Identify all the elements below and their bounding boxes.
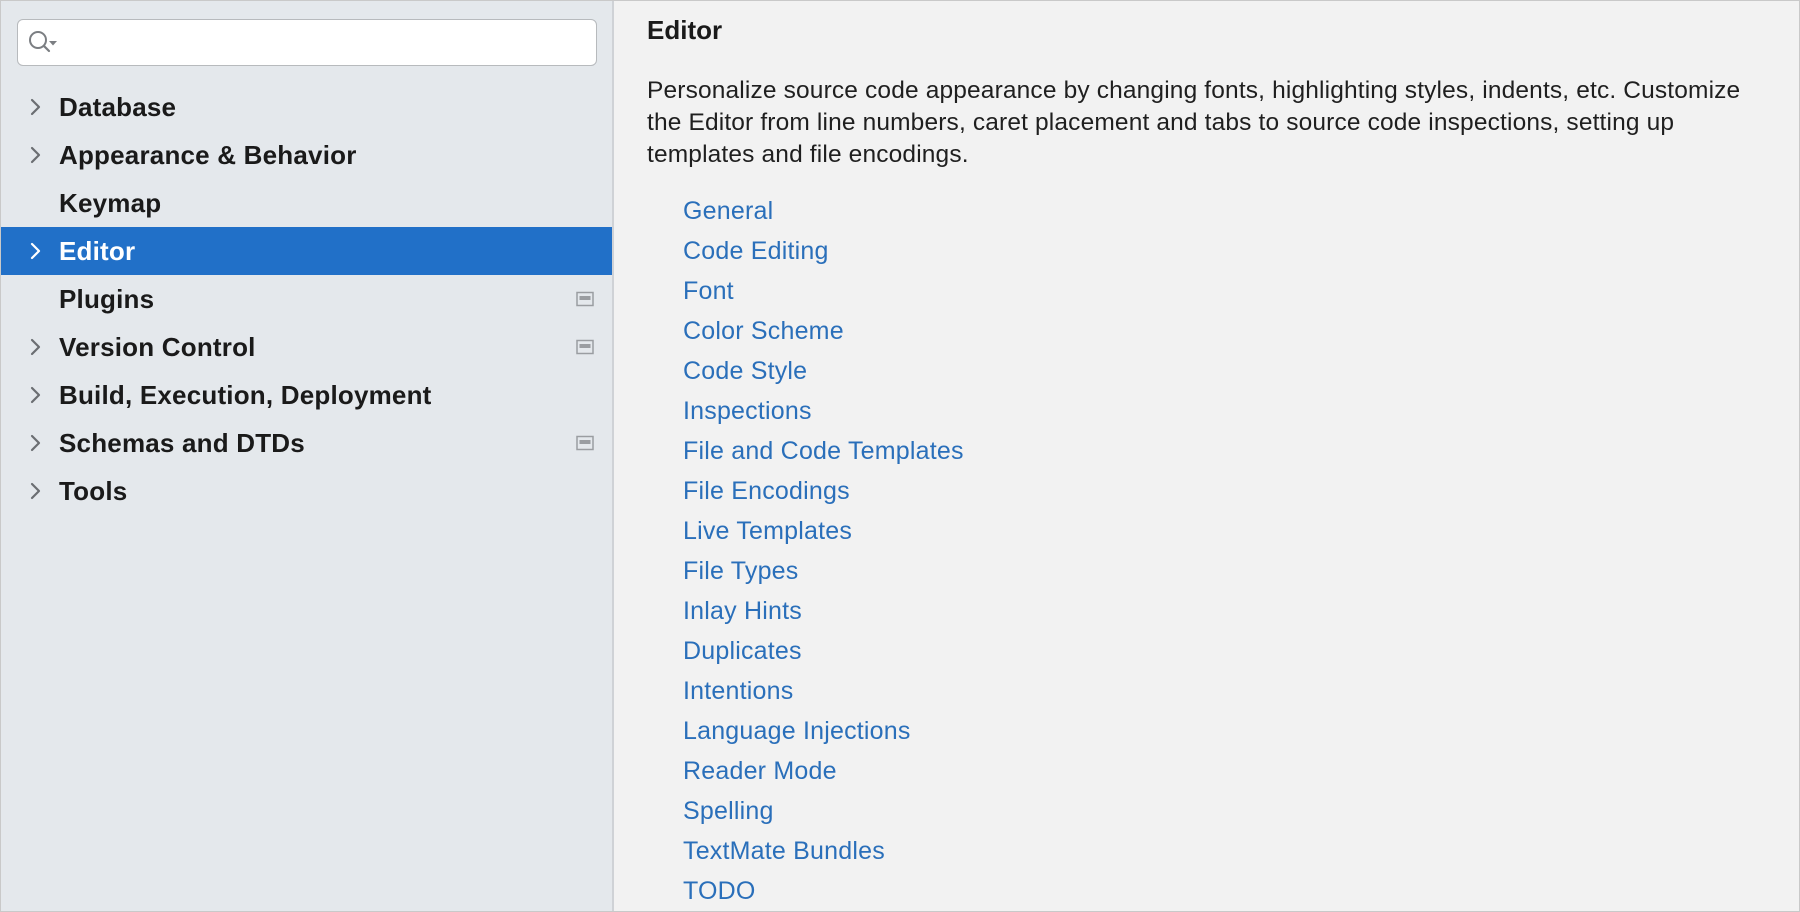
link-code-style[interactable]: Code Style	[683, 357, 807, 385]
settings-tree: Database Appearance & Behavior Keymap Edito…	[1, 83, 612, 515]
list-item: Code Style	[683, 351, 964, 391]
list-item: File Encodings	[683, 471, 964, 511]
chevron-right-icon[interactable]	[27, 434, 45, 452]
list-item: TODO	[683, 871, 964, 911]
search-input[interactable]	[68, 20, 596, 65]
page-title: Editor	[647, 15, 722, 46]
list-item: Language Injections	[683, 711, 964, 751]
link-inlay-hints[interactable]: Inlay Hints	[683, 597, 802, 625]
link-file-encodings[interactable]: File Encodings	[683, 477, 850, 505]
link-font[interactable]: Font	[683, 277, 734, 305]
project-scope-icon	[576, 435, 594, 451]
link-duplicates[interactable]: Duplicates	[683, 637, 802, 665]
sidebar-item-label: Keymap	[59, 188, 161, 219]
chevron-right-icon[interactable]	[27, 98, 45, 116]
link-color-scheme[interactable]: Color Scheme	[683, 317, 844, 345]
sidebar-item-keymap[interactable]: Keymap	[1, 179, 612, 227]
sidebar-item-label: Tools	[59, 476, 127, 507]
link-inspections[interactable]: Inspections	[683, 397, 812, 425]
link-reader-mode[interactable]: Reader Mode	[683, 757, 837, 785]
link-code-editing[interactable]: Code Editing	[683, 237, 829, 265]
list-item: Live Templates	[683, 511, 964, 551]
link-file-types[interactable]: File Types	[683, 557, 798, 585]
chevron-right-icon[interactable]	[27, 482, 45, 500]
project-scope-icon	[576, 291, 594, 307]
link-spelling[interactable]: Spelling	[683, 797, 774, 825]
sidebar-item-label: Build, Execution, Deployment	[59, 380, 432, 411]
chevron-right-icon[interactable]	[27, 242, 45, 260]
list-item: Color Scheme	[683, 311, 964, 351]
list-item: General	[683, 191, 964, 231]
link-language-injections[interactable]: Language Injections	[683, 717, 911, 745]
sidebar-item-label: Editor	[59, 236, 135, 267]
project-scope-icon	[576, 339, 594, 355]
link-textmate-bundles[interactable]: TextMate Bundles	[683, 837, 885, 865]
page-description: Personalize source code appearance by ch…	[647, 75, 1777, 171]
list-item: Code Editing	[683, 231, 964, 271]
list-item: File and Code Templates	[683, 431, 964, 471]
link-todo[interactable]: TODO	[683, 877, 756, 905]
sidebar-item-label: Plugins	[59, 284, 154, 315]
sidebar-item-editor[interactable]: Editor	[1, 227, 612, 275]
list-item: Duplicates	[683, 631, 964, 671]
list-item: Font	[683, 271, 964, 311]
settings-window: Database Appearance & Behavior Keymap Edito…	[0, 0, 1800, 912]
search-box[interactable]	[17, 19, 597, 66]
subpage-links: General Code Editing Font Color Scheme Code …	[683, 191, 964, 911]
sidebar-item-label: Version Control	[59, 332, 256, 363]
sidebar-item-plugins[interactable]: Plugins	[1, 275, 612, 323]
sidebar-item-label: Database	[59, 92, 176, 123]
list-item: Inspections	[683, 391, 964, 431]
link-general[interactable]: General	[683, 197, 773, 225]
chevron-right-icon[interactable]	[27, 146, 45, 164]
chevron-right-icon[interactable]	[27, 338, 45, 356]
sidebar-item-tools[interactable]: Tools	[1, 467, 612, 515]
link-live-templates[interactable]: Live Templates	[683, 517, 852, 545]
sidebar-item-label: Appearance & Behavior	[59, 140, 357, 171]
list-item: File Types	[683, 551, 964, 591]
search-icon[interactable]	[28, 28, 68, 58]
list-item: Intentions	[683, 671, 964, 711]
sidebar-item-database[interactable]: Database	[1, 83, 612, 131]
list-item: TextMate Bundles	[683, 831, 964, 871]
sidebar-item-version-control[interactable]: Version Control	[1, 323, 612, 371]
link-intentions[interactable]: Intentions	[683, 677, 793, 705]
settings-sidebar: Database Appearance & Behavior Keymap Edito…	[1, 1, 614, 911]
sidebar-item-build-execution-deployment[interactable]: Build, Execution, Deployment	[1, 371, 612, 419]
chevron-right-icon[interactable]	[27, 386, 45, 404]
list-item: Inlay Hints	[683, 591, 964, 631]
editor-settings-panel: Editor Personalize source code appearanc…	[614, 1, 1799, 911]
link-file-and-code-templates[interactable]: File and Code Templates	[683, 437, 964, 465]
list-item: Spelling	[683, 791, 964, 831]
sidebar-item-label: Schemas and DTDs	[59, 428, 305, 459]
sidebar-item-schemas-and-dtds[interactable]: Schemas and DTDs	[1, 419, 612, 467]
list-item: Reader Mode	[683, 751, 964, 791]
sidebar-item-appearance-and-behavior[interactable]: Appearance & Behavior	[1, 131, 612, 179]
